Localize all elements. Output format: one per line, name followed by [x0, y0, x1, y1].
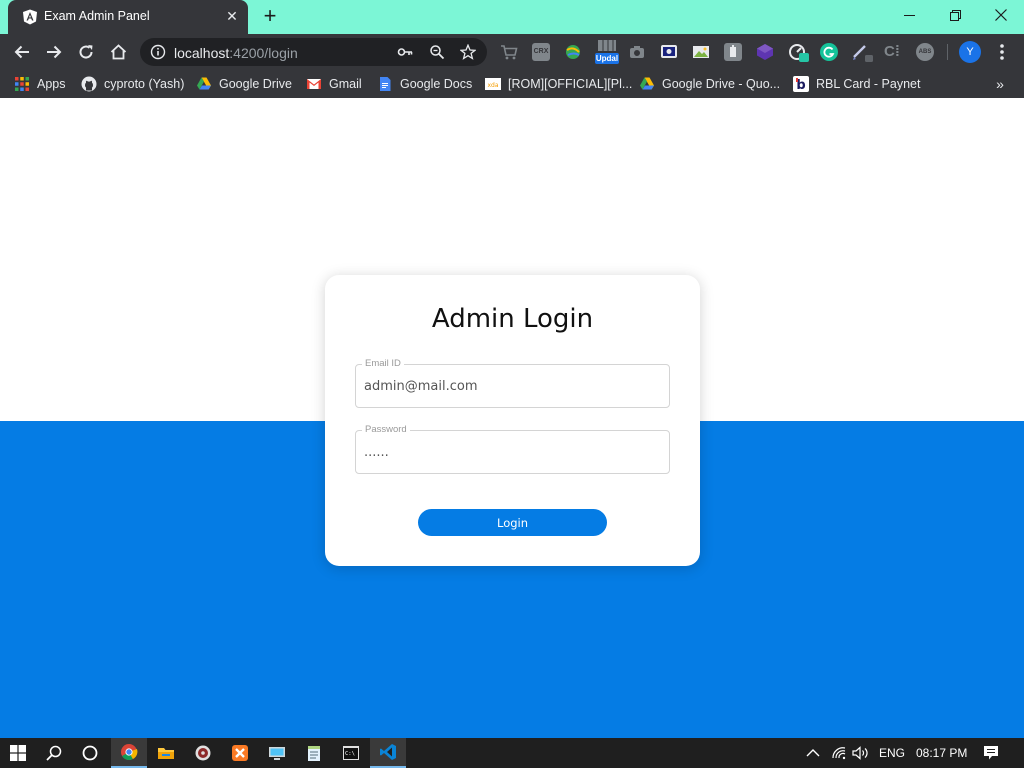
command-prompt-icon[interactable]: C:\ — [333, 738, 369, 768]
bookmark-star-icon[interactable] — [460, 44, 476, 60]
bookmark-label: Google Drive — [219, 77, 292, 91]
gmail-icon — [307, 79, 321, 89]
update-badge: Updal — [595, 53, 619, 64]
media-player-icon[interactable] — [185, 738, 221, 768]
password-input[interactable] — [364, 445, 659, 460]
vscode-icon[interactable] — [370, 738, 406, 768]
speed-extension-icon[interactable] — [788, 43, 809, 62]
minimize-icon[interactable] — [886, 0, 932, 30]
grammarly-icon[interactable] — [820, 43, 838, 61]
bookmark-label: RBL Card - Paynet — [816, 77, 921, 91]
restore-icon[interactable] — [932, 0, 978, 30]
notifications-icon[interactable] — [983, 738, 999, 768]
clock[interactable]: 08:17 PM — [916, 738, 967, 768]
bookmark-google-docs[interactable]: Google Docs — [377, 75, 472, 93]
browser-title-bar: Exam Admin Panel ✕ + — [0, 0, 1024, 34]
crx-extension-icon[interactable]: CRX — [532, 43, 550, 61]
bookmark-cyproto[interactable]: cyproto (Yash) — [81, 75, 184, 93]
cart-extension-icon[interactable] — [500, 43, 518, 61]
forward-arrow-icon[interactable] — [42, 40, 66, 64]
github-icon — [81, 76, 97, 92]
bookmarks-overflow-icon[interactable]: » — [992, 75, 1008, 93]
home-icon[interactable] — [106, 40, 130, 64]
profile-avatar[interactable]: Y — [959, 41, 981, 63]
email-label: Email ID — [362, 358, 404, 369]
password-label: Password — [362, 424, 410, 435]
url-path: :4200/login — [229, 45, 298, 61]
reload-icon[interactable] — [74, 40, 98, 64]
bookmark-google-drive-quo[interactable]: Google Drive - Quo... — [639, 75, 780, 93]
adblock-extension-icon[interactable]: ABS — [916, 43, 934, 61]
bookmark-label: Apps — [37, 77, 66, 91]
angular-icon — [23, 9, 37, 25]
bookmark-label: Gmail — [329, 77, 362, 91]
google-drive-icon — [197, 77, 211, 90]
browser-tab[interactable]: Exam Admin Panel ✕ — [8, 0, 248, 34]
url-text: localhost:4200/login — [174, 45, 298, 61]
cube-extension-icon[interactable] — [756, 43, 774, 61]
cookie-extension-icon[interactable]: C⁞ — [884, 43, 902, 61]
login-card: Admin Login Email ID Password Login — [325, 275, 700, 566]
chrome-icon[interactable] — [111, 738, 147, 768]
bookmark-google-drive[interactable]: Google Drive — [196, 75, 292, 93]
bookmarks-bar: Apps cyproto (Yash) Google Drive Gmail G… — [0, 70, 1024, 98]
update-extension-icon[interactable]: Updal — [595, 38, 619, 66]
login-button[interactable]: Login — [418, 509, 607, 536]
svg-text:xda: xda — [487, 82, 498, 89]
bookmark-rbl-card[interactable]: b RBL Card - Paynet — [793, 75, 920, 93]
rbl-bank-icon: b — [793, 76, 809, 92]
url-host: localhost — [174, 45, 230, 61]
back-arrow-icon[interactable] — [10, 40, 34, 64]
language-indicator[interactable]: ENG — [879, 738, 905, 768]
tab-close-icon[interactable]: ✕ — [224, 8, 240, 24]
address-bar[interactable]: localhost:4200/login — [140, 38, 487, 66]
windows-start-icon[interactable] — [0, 738, 36, 768]
tab-title: Exam Admin Panel — [44, 9, 150, 23]
bookmark-label: Google Docs — [400, 77, 473, 91]
page-viewport: Admin Login Email ID Password Login — [0, 103, 1024, 738]
screen-recorder-extension-icon[interactable] — [660, 43, 678, 61]
search-icon[interactable] — [36, 738, 72, 768]
browser-menu-icon[interactable] — [994, 41, 1010, 63]
windows-taskbar: C:\ ENG 08:17 PM — [0, 738, 1024, 768]
bookmark-gmail[interactable]: Gmail — [306, 75, 362, 93]
notepad-icon[interactable] — [296, 738, 332, 768]
browser-toolbar: localhost:4200/login CRX Updal C⁞ ABS Y — [0, 34, 1024, 70]
google-drive-icon — [640, 77, 654, 90]
xampp-icon[interactable] — [222, 738, 258, 768]
apps-grid-icon — [15, 77, 29, 91]
email-input[interactable] — [364, 379, 659, 394]
bookmark-label: cyproto (Yash) — [104, 77, 185, 91]
earth-extension-icon[interactable] — [564, 43, 582, 61]
bookmark-xda-rom[interactable]: xda [ROM][OFFICIAL][Pl... — [485, 75, 632, 93]
remote-desktop-icon[interactable] — [259, 738, 295, 768]
bookmark-apps[interactable]: Apps — [14, 75, 66, 93]
pen-extension-icon[interactable] — [852, 43, 873, 62]
camera-extension-icon[interactable] — [628, 43, 646, 61]
new-tab-button[interactable]: + — [258, 5, 282, 29]
info-icon[interactable] — [150, 44, 166, 60]
close-icon[interactable] — [978, 0, 1024, 30]
file-explorer-icon[interactable] — [148, 738, 184, 768]
bookmark-label: Google Drive - Quo... — [662, 77, 781, 91]
login-title: Admin Login — [431, 304, 594, 334]
password-field[interactable]: Password — [355, 424, 670, 474]
tray-overflow-icon[interactable] — [806, 738, 820, 768]
zoom-icon[interactable] — [429, 44, 445, 60]
email-field[interactable]: Email ID — [355, 358, 670, 408]
volume-icon[interactable] — [852, 738, 870, 768]
key-icon[interactable] — [397, 44, 413, 60]
image-extension-icon[interactable] — [692, 43, 710, 61]
google-docs-icon — [380, 77, 391, 91]
cortana-icon[interactable] — [72, 738, 108, 768]
puzzle-extension-icon[interactable] — [724, 43, 742, 61]
wifi-icon[interactable] — [831, 738, 847, 768]
bookmark-label: [ROM][OFFICIAL][Pl... — [508, 77, 633, 91]
svg-text:C:\: C:\ — [345, 751, 355, 757]
toolbar-divider — [947, 44, 948, 60]
xda-icon: xda — [485, 78, 501, 90]
